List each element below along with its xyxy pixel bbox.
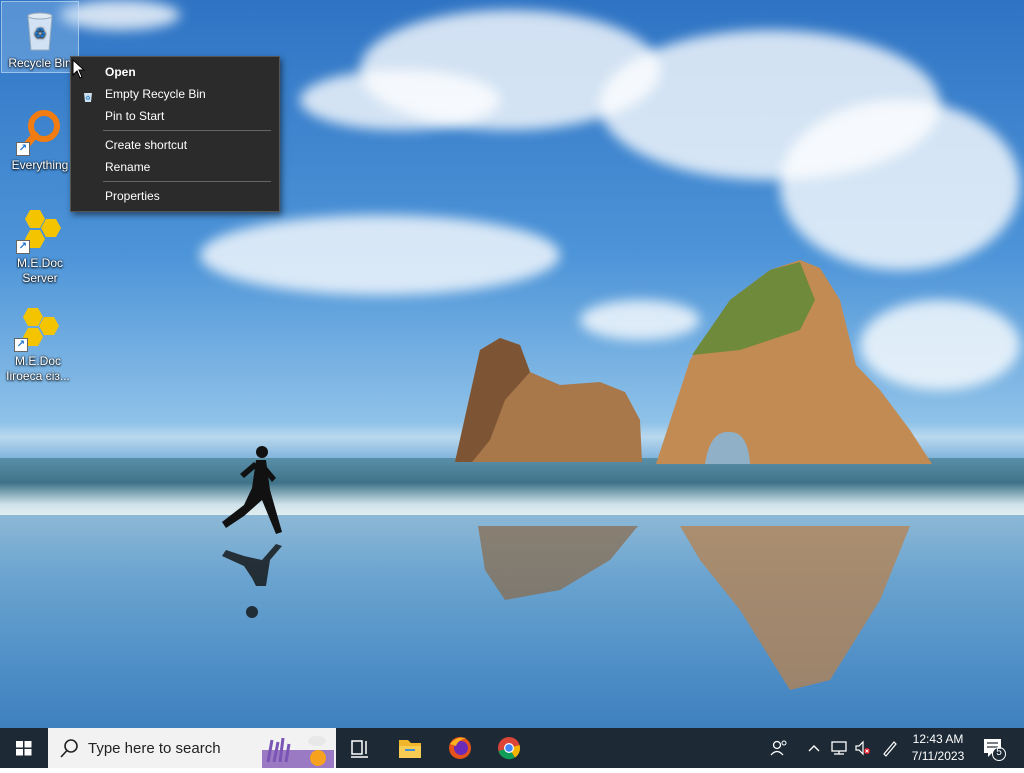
menu-item-open[interactable]: Open: [71, 61, 279, 83]
desktop-icon-recycle-bin[interactable]: ♻ Recycle Bin: [1, 1, 79, 73]
clock-date: 7/11/2023: [911, 749, 965, 763]
clock-time: 12:43 AM: [912, 732, 964, 746]
menu-separator: [103, 181, 271, 182]
menu-item-label: Properties: [105, 189, 160, 203]
rock-left-reflection: [478, 526, 638, 600]
taskbar-chrome[interactable]: [485, 728, 533, 768]
weather-news-icon: [262, 736, 334, 768]
notification-count-badge: 5: [996, 747, 1002, 758]
network-icon[interactable]: [829, 738, 849, 758]
pen-workspace-icon[interactable]: [880, 738, 900, 758]
taskbar-clock[interactable]: 12:43 AM 7/11/2023: [902, 731, 974, 765]
magnifier-icon: ↗: [16, 108, 64, 156]
runner: [222, 446, 282, 534]
desktop[interactable]: ♻ Recycle Bin ↗ Everything ↗ M.E.Doc Ser…: [0, 0, 1024, 728]
shortcut-arrow-icon: ↗: [14, 338, 28, 352]
mouse-cursor-icon: [72, 59, 86, 79]
desktop-icon-medoc-server[interactable]: ↗ M.E.Doc Server: [2, 202, 78, 286]
shortcut-arrow-icon: ↗: [16, 142, 30, 156]
chrome-icon: [498, 737, 521, 760]
recycle-bin-icon: ♻: [16, 6, 64, 54]
windows-logo-icon: [16, 741, 32, 756]
medoc-honeycomb-icon: ↗: [14, 304, 62, 352]
taskbar-file-explorer[interactable]: [386, 728, 434, 768]
menu-item-label: Empty Recycle Bin: [105, 87, 206, 101]
task-view-button[interactable]: [336, 728, 384, 768]
task-view-icon: [351, 740, 368, 758]
context-menu: Open ♻ Empty Recycle Bin Pin to Start Cr…: [70, 56, 280, 212]
firefox-icon: [449, 737, 471, 759]
medoc-honeycomb-icon: ↗: [16, 206, 64, 254]
desktop-icon-label: M.E.Doc Іігоеса єіз...: [6, 354, 70, 383]
menu-item-rename[interactable]: Rename: [71, 156, 279, 178]
taskbar-firefox[interactable]: [436, 728, 484, 768]
desktop-icon-medoc-client[interactable]: ↗ M.E.Doc Іігоеса єіз...: [0, 300, 76, 384]
rock-right-reflection: [680, 526, 910, 690]
menu-item-create-shortcut[interactable]: Create shortcut: [71, 134, 279, 156]
action-center-button[interactable]: 5: [978, 728, 1024, 768]
runner-reflection: [222, 544, 282, 618]
desktop-icon-label: Recycle Bin: [8, 56, 72, 70]
chevron-up-icon[interactable]: [806, 738, 826, 758]
menu-item-label: Create shortcut: [105, 138, 188, 152]
desktop-icon-everything[interactable]: ↗ Everything: [2, 104, 78, 173]
folder-icon: [399, 740, 421, 758]
menu-item-properties[interactable]: Properties: [71, 185, 279, 207]
svg-text:♻: ♻: [85, 95, 90, 102]
menu-item-label: Pin to Start: [105, 109, 165, 123]
desktop-icon-label: M.E.Doc Server: [16, 256, 63, 285]
menu-item-label: Open: [105, 65, 136, 79]
people-icon[interactable]: [769, 738, 789, 758]
volume-muted-icon[interactable]: [853, 738, 873, 758]
recycle-bin-icon: ♻: [82, 88, 94, 102]
svg-text:♻: ♻: [34, 26, 47, 42]
menu-item-label: Rename: [105, 160, 151, 174]
menu-item-pin-to-start[interactable]: Pin to Start: [71, 105, 279, 127]
taskbar-search-box[interactable]: Type here to search: [48, 728, 336, 768]
desktop-icon-label: Everything: [11, 158, 69, 172]
start-button[interactable]: [0, 728, 48, 768]
menu-separator: [103, 130, 271, 131]
taskbar: Type here to search 12:43 AM 7/11/2023 5: [0, 728, 1024, 768]
search-placeholder: Type here to search: [88, 740, 221, 757]
menu-item-empty-recycle-bin[interactable]: ♻ Empty Recycle Bin: [71, 83, 279, 105]
shortcut-arrow-icon: ↗: [16, 240, 30, 254]
search-icon: [60, 739, 78, 758]
